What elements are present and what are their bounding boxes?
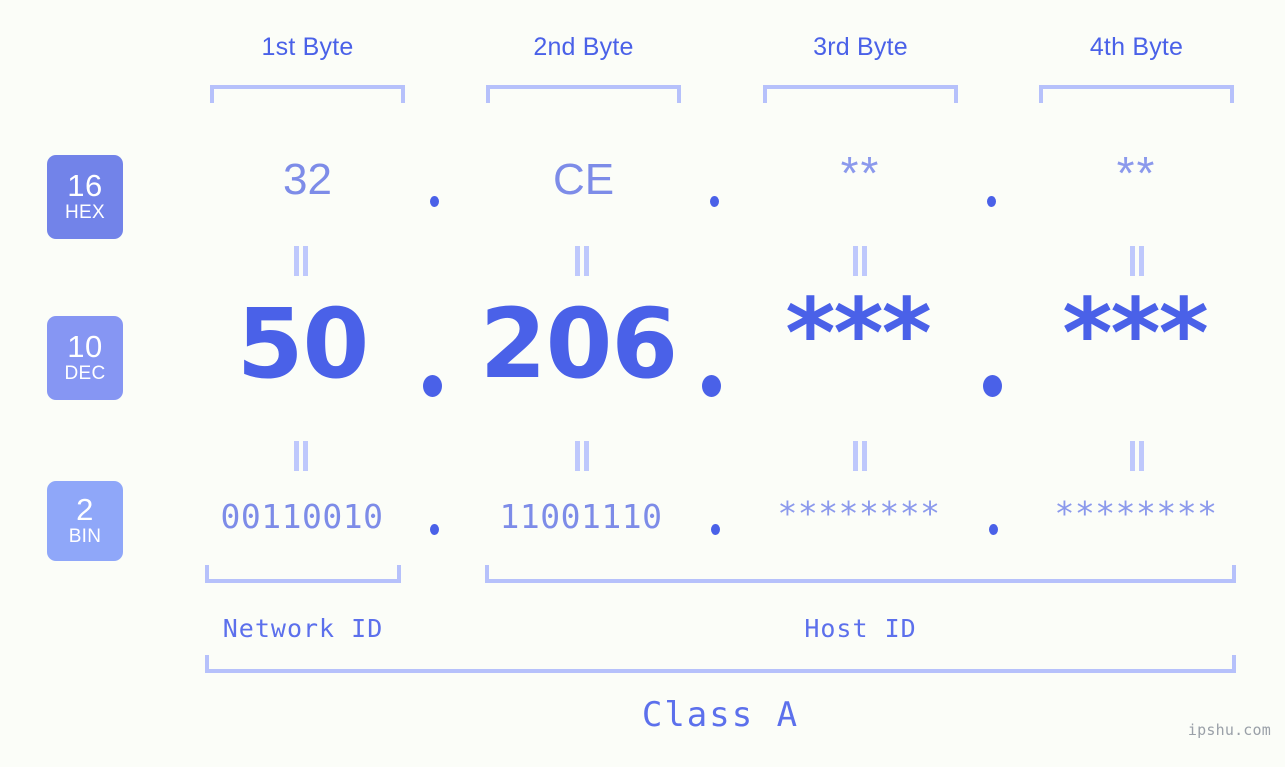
dec-separator-1	[423, 375, 442, 397]
site-watermark: ipshu.com	[1187, 721, 1271, 739]
bin-separator-3	[989, 524, 998, 535]
radix-badge-hex-number: 16	[67, 167, 103, 203]
radix-badge-dec[interactable]: 10 DEC	[47, 316, 123, 400]
byte-header-label-3: 3rd Byte	[813, 33, 908, 61]
dec-byte-4: ***	[1062, 278, 1209, 390]
radix-badge-hex-name: HEX	[65, 201, 105, 223]
equals-mark-dec-bin-4	[1129, 441, 1145, 471]
network-id-bracket	[205, 565, 401, 583]
dec-byte-1: 50	[236, 288, 370, 400]
hex-separator-2	[710, 196, 719, 207]
hex-separator-1	[430, 196, 439, 207]
bin-byte-2: 11001110	[499, 497, 663, 536]
byte-header-label-4: 4th Byte	[1089, 33, 1184, 61]
host-id-bracket	[485, 565, 1236, 583]
radix-badge-bin-name: BIN	[68, 525, 102, 547]
radix-badge-bin-number: 2	[76, 491, 94, 527]
dec-byte-3: ***	[785, 278, 932, 390]
radix-badge-dec-number: 10	[67, 328, 103, 364]
byte-bracket-2	[486, 85, 681, 103]
class-bracket	[205, 655, 1236, 673]
bin-separator-1	[430, 524, 439, 535]
radix-badge-bin[interactable]: 2 BIN	[47, 481, 123, 561]
equals-mark-dec-bin-1	[293, 441, 309, 471]
bin-byte-4: ********	[1054, 494, 1218, 533]
radix-badge-hex[interactable]: 16 HEX	[47, 155, 123, 239]
ip-breakdown-diagram: 1st Byte 2nd Byte 3rd Byte 4th Byte 16 H…	[0, 0, 1285, 767]
equals-mark-hex-dec-3	[852, 246, 868, 276]
equals-mark-dec-bin-2	[574, 441, 590, 471]
byte-header-label-2: 2nd Byte	[533, 33, 634, 61]
hex-byte-2: CE	[552, 155, 615, 204]
hex-byte-3: **	[840, 147, 881, 199]
bin-separator-2	[711, 524, 720, 535]
byte-header-label-1: 1st Byte	[261, 33, 354, 61]
dec-byte-2: 206	[479, 288, 678, 400]
hex-byte-4: **	[1116, 147, 1157, 199]
hex-separator-3	[987, 196, 996, 207]
equals-mark-hex-dec-4	[1129, 246, 1145, 276]
host-id-label: Host ID	[804, 614, 917, 643]
hex-byte-1: 32	[283, 155, 332, 204]
bin-byte-3: ********	[777, 494, 941, 533]
equals-mark-hex-dec-2	[574, 246, 590, 276]
bin-byte-1: 00110010	[220, 497, 384, 536]
radix-badge-dec-name: DEC	[64, 362, 106, 384]
byte-bracket-4	[1039, 85, 1234, 103]
class-label: Class A	[641, 695, 800, 735]
byte-bracket-3	[763, 85, 958, 103]
equals-mark-hex-dec-1	[293, 246, 309, 276]
network-id-label: Network ID	[222, 614, 384, 643]
dec-separator-2	[702, 375, 721, 397]
byte-bracket-1	[210, 85, 405, 103]
equals-mark-dec-bin-3	[852, 441, 868, 471]
dec-separator-3	[983, 375, 1002, 397]
